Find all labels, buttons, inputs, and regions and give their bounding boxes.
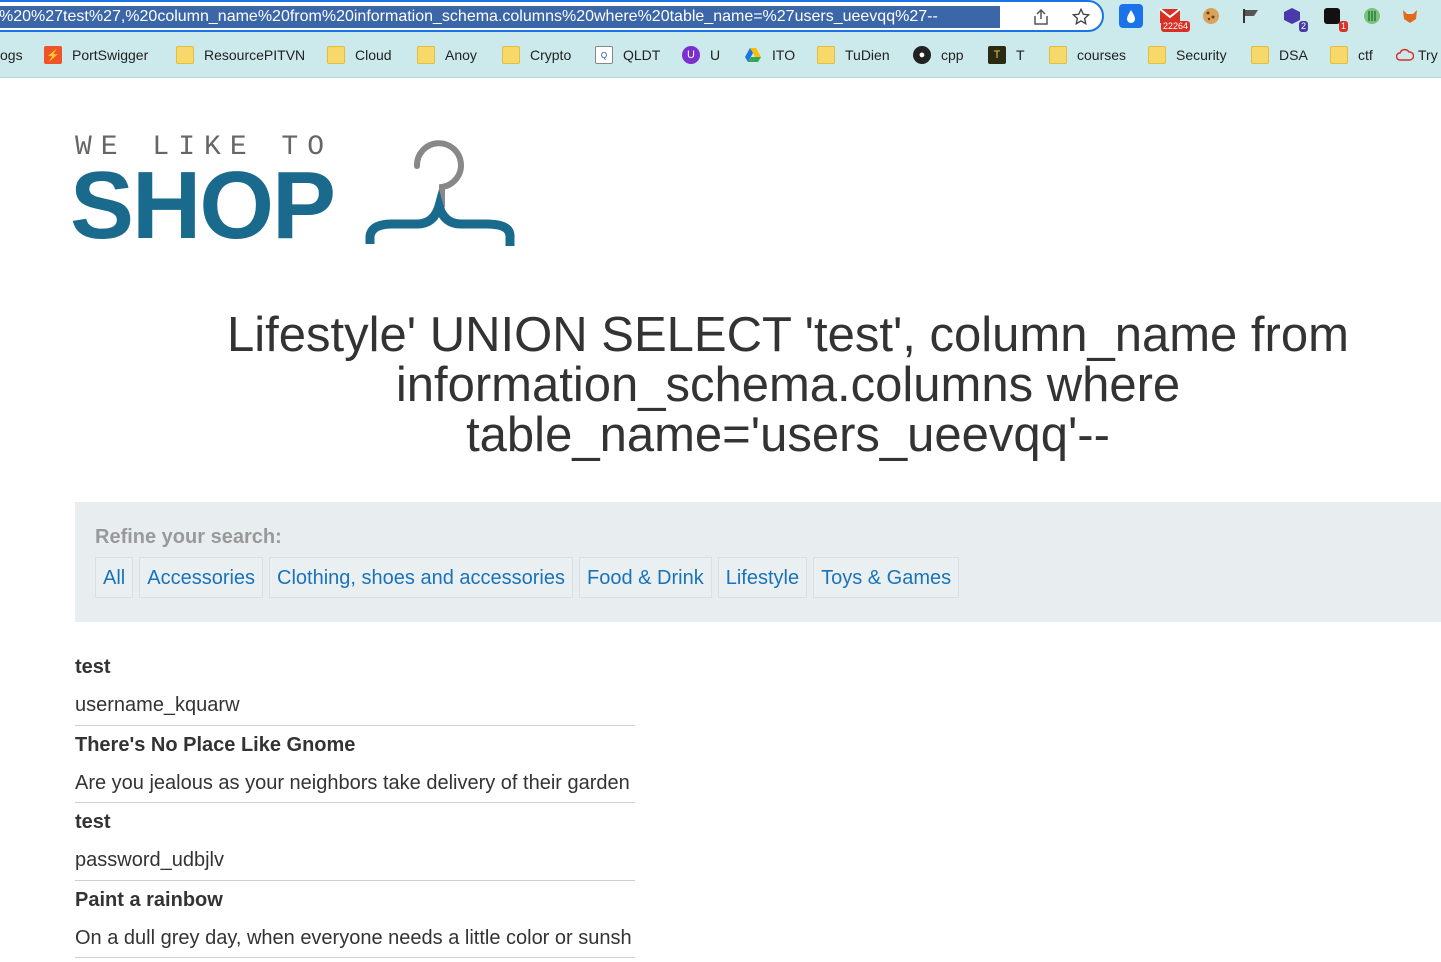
folder-icon (176, 46, 194, 64)
droplet-icon[interactable] (1119, 4, 1143, 28)
row-description: On a dull grey day, when everyone needs … (75, 926, 632, 949)
cube-icon[interactable]: 2 (1280, 4, 1308, 32)
bookmark-item[interactable]: ITO (744, 42, 795, 68)
folder-icon (417, 46, 435, 64)
bookmark-item[interactable]: ● cpp (913, 42, 964, 68)
filter-food-drink[interactable]: Food & Drink (579, 557, 712, 598)
bookmark-label: PortSwigger (72, 47, 149, 63)
cube-badge: 2 (1298, 21, 1308, 32)
folder-icon (1251, 46, 1269, 64)
bookmark-item[interactable]: Q QLDT (595, 42, 660, 68)
bookmark-label: Anoy (445, 47, 477, 63)
mail-badge: 22264 (1160, 21, 1190, 32)
cookie-icon[interactable] (1199, 4, 1223, 28)
share-icon[interactable] (1030, 6, 1052, 28)
bookmark-item[interactable]: ⚡ PortSwigger (44, 42, 148, 68)
bookmark-item[interactable]: Try (1396, 42, 1438, 68)
address-bar[interactable]: %20%27test%27,%20column_name%20from%20in… (0, 0, 1104, 32)
row-title: There's No Place Like Gnome (75, 733, 356, 756)
square-badge: 1 (1338, 21, 1348, 32)
bookmark-label: Cloud (355, 47, 392, 63)
cloud-icon (1396, 46, 1414, 64)
bookmark-label: Crypto (530, 47, 572, 63)
bookmark-label: ctf (1358, 47, 1373, 63)
table-row: test username_kquarw (75, 648, 635, 726)
portswigger-icon: ⚡ (44, 46, 62, 64)
folder-icon (327, 46, 345, 64)
bookmark-item[interactable]: Crypto (502, 42, 571, 68)
bookmark-label: cpp (941, 47, 964, 63)
bookmark-item[interactable]: T T (988, 42, 1025, 68)
qldt-icon: Q (595, 46, 613, 64)
square-icon[interactable]: 1 (1320, 4, 1348, 32)
bookmark-item[interactable]: courses (1049, 42, 1126, 68)
bookmark-label: ogs (0, 47, 23, 63)
bookmark-item[interactable]: Security (1148, 42, 1227, 68)
browser-chrome: %20%27test%27,%20column_name%20from%20in… (0, 0, 1441, 78)
mail-icon[interactable]: 22264 (1158, 4, 1190, 32)
bookmark-star-icon[interactable] (1070, 6, 1092, 28)
filter-lifestyle[interactable]: Lifestyle (717, 557, 808, 598)
bookmark-label: U (710, 47, 721, 63)
bookmarks-bar: ogs ⚡ PortSwigger ResourcePITVN Cloud An… (0, 42, 1441, 68)
page-title: Lifestyle' UNION SELECT 'test', column_n… (227, 308, 1349, 462)
url-text[interactable]: %20%27test%27,%20column_name%20from%20in… (0, 6, 1000, 28)
filter-accessories[interactable]: Accessories (139, 557, 264, 598)
row-title: test (75, 811, 111, 833)
folder-icon (817, 46, 835, 64)
bookmark-label: Security (1176, 47, 1227, 63)
bookmark-item[interactable]: TuDien (817, 42, 890, 68)
flag-icon[interactable] (1239, 4, 1263, 28)
bookmark-label: Try (1418, 47, 1438, 63)
folder-icon (1330, 46, 1348, 64)
bookmark-label: DSA (1279, 47, 1308, 63)
bookmark-item[interactable]: DSA (1251, 42, 1308, 68)
table-row: Paint a rainbow On a dull grey day, when… (75, 881, 635, 958)
u-icon: U (682, 46, 700, 64)
filter-all[interactable]: All (95, 557, 134, 598)
row-description: Are you jealous as your neighbors take d… (75, 771, 630, 794)
t-icon: T (988, 46, 1006, 64)
bookmark-label: ITO (772, 47, 796, 63)
github-icon: ● (913, 46, 931, 64)
bookmark-item[interactable]: U U (682, 42, 720, 68)
row-title: Paint a rainbow (75, 888, 223, 911)
folder-icon (502, 46, 520, 64)
hanger-logo-icon (365, 140, 515, 246)
folder-icon (1049, 46, 1067, 64)
fox-icon[interactable] (1398, 4, 1422, 28)
filter-list: All Accessories Clothing, shoes and acce… (95, 557, 965, 598)
drive-icon (744, 46, 762, 64)
bookmark-item[interactable]: ResourcePITVN (176, 42, 305, 68)
bookmark-label: courses (1077, 47, 1127, 63)
bookmark-item[interactable]: Cloud (327, 42, 392, 68)
filter-panel: Refine your search: All Accessories Clot… (75, 502, 1441, 622)
table-row: There's No Place Like Gnome Are you jeal… (75, 726, 635, 803)
bookmark-label: TuDien (845, 47, 890, 63)
filter-toys-games[interactable]: Toys & Games (813, 557, 960, 598)
row-description: password_udbjlv (75, 849, 224, 871)
bookmark-item[interactable]: ctf (1330, 42, 1373, 68)
bookmark-item[interactable]: Anoy (417, 42, 477, 68)
bookmark-label: T (1016, 47, 1025, 63)
table-row: test password_udbjlv (75, 803, 635, 881)
row-title: test (75, 656, 111, 678)
logo-word: SHOP (70, 152, 336, 259)
bookmark-label: ResourcePITVN (204, 47, 306, 63)
row-description: username_kquarw (75, 694, 240, 716)
folder-icon (1148, 46, 1166, 64)
wand-icon[interactable] (1360, 4, 1384, 28)
bookmark-label: QLDT (623, 47, 661, 63)
filter-clothing[interactable]: Clothing, shoes and accessories (269, 557, 573, 598)
results-table: test username_kquarw There's No Place Li… (75, 648, 635, 958)
bookmark-item[interactable]: ogs (0, 42, 23, 68)
filter-title: Refine your search: (95, 526, 282, 548)
